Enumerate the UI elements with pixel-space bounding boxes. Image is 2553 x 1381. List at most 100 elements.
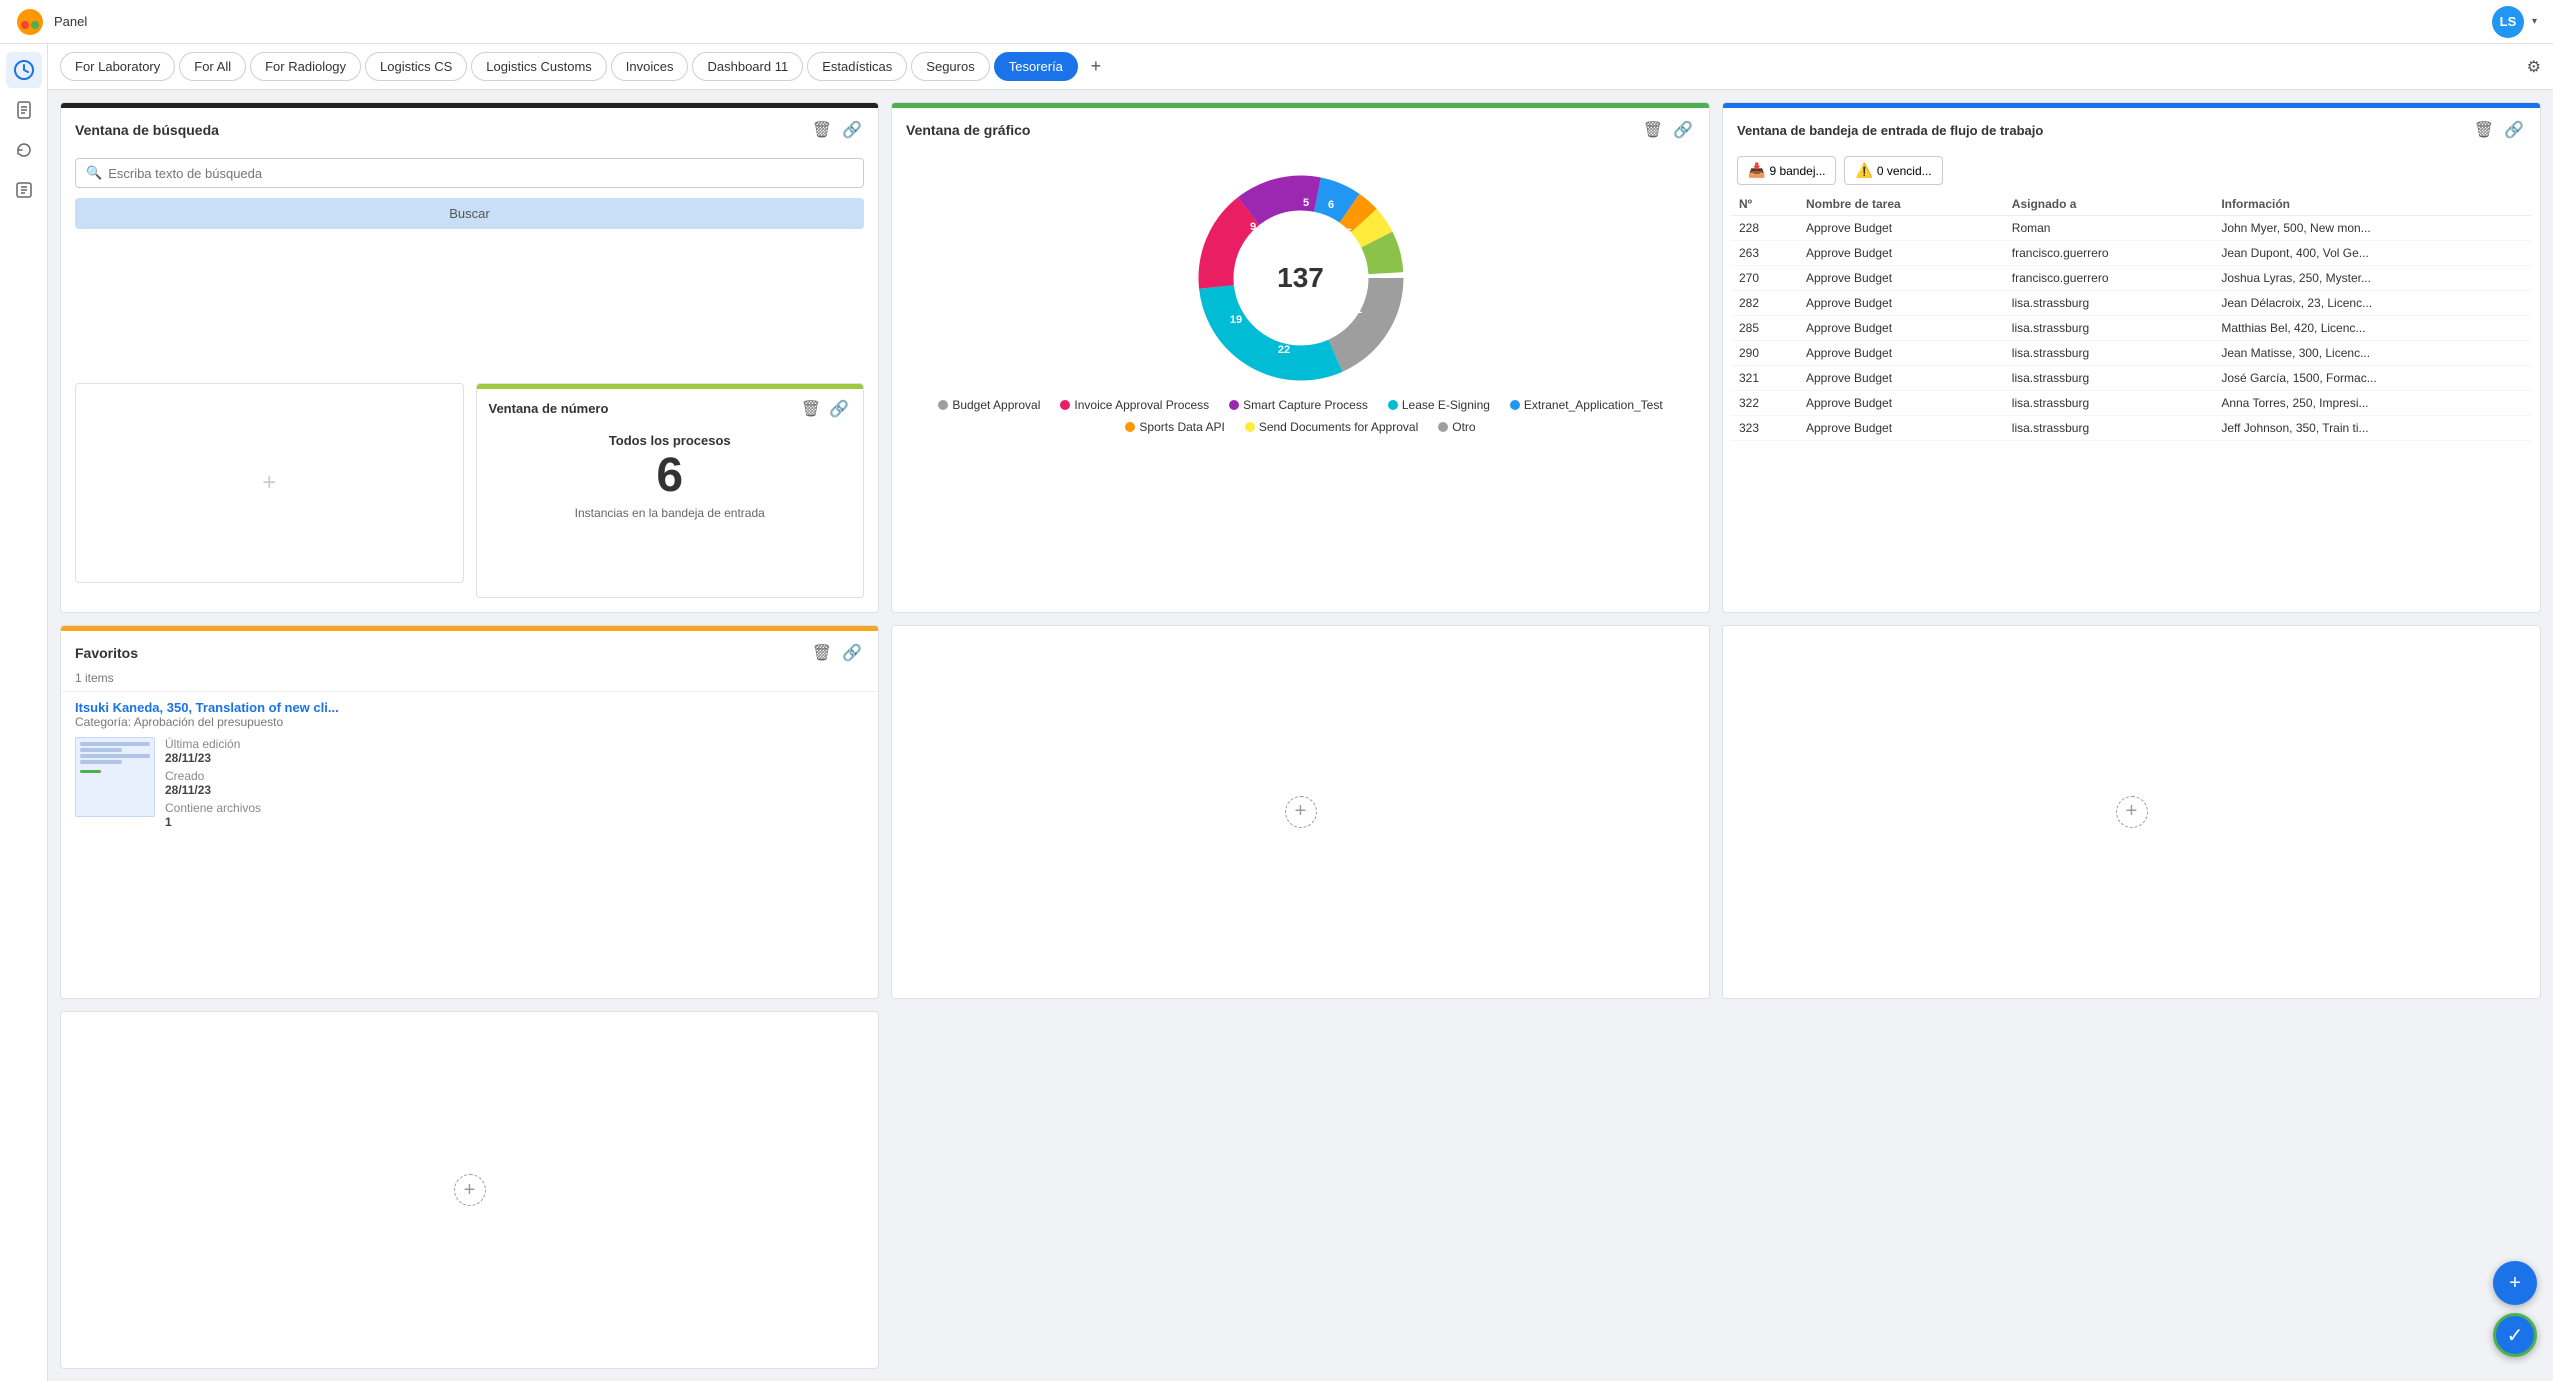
graph-widget: Ventana de gráfico 🗑 🔗 xyxy=(891,102,1710,613)
tasks-icon xyxy=(14,180,34,200)
inbox-filter-btns: 📥 9 bandej... ⚠️ 0 vencid... xyxy=(1723,148,2540,193)
svg-text:9: 9 xyxy=(1249,221,1255,233)
add-widget-4-button[interactable]: + xyxy=(454,1174,486,1206)
search-input[interactable] xyxy=(108,166,853,181)
graph-widget-actions: 🗑 🔗 xyxy=(1641,118,1695,142)
favorites-widget-link-button[interactable]: 🔗 xyxy=(840,641,864,665)
table-row[interactable]: 228 Approve Budget Roman John Myer, 500,… xyxy=(1731,216,2532,241)
cell-num: 321 xyxy=(1731,366,1798,391)
fab-check-button[interactable]: ✓ xyxy=(2493,1313,2537,1357)
search-widget-delete-button[interactable]: 🗑 xyxy=(810,118,834,142)
cell-assigned: lisa.strassburg xyxy=(2004,291,2214,316)
inbox-widget-delete-button[interactable]: 🗑 xyxy=(2472,118,2496,142)
fav-item-title[interactable]: Itsuki Kaneda, 350, Translation of new c… xyxy=(75,700,864,715)
add-widget-3-button[interactable]: + xyxy=(2116,796,2148,828)
favorites-widget-delete-button[interactable]: 🗑 xyxy=(810,641,834,665)
fav-created: Creado 28/11/23 xyxy=(165,769,261,797)
number-widget-value: 6 xyxy=(489,452,852,500)
table-row[interactable]: 282 Approve Budget lisa.strassburg Jean … xyxy=(1731,291,2532,316)
legend-label-smart: Smart Capture Process xyxy=(1243,398,1368,412)
tab-invoices[interactable]: Invoices xyxy=(611,52,689,81)
thumb-line-3 xyxy=(80,754,150,758)
cell-assigned: francisco.guerrero xyxy=(2004,266,2214,291)
tab-logistics-cs[interactable]: Logistics CS xyxy=(365,52,467,81)
tab-for-all[interactable]: For All xyxy=(179,52,246,81)
svg-text:26: 26 xyxy=(1339,227,1351,239)
inbox-widget: Ventana de bandeja de entrada de flujo d… xyxy=(1722,102,2541,613)
cell-task: Approve Budget xyxy=(1798,291,2004,316)
search-icon: 🔍 xyxy=(86,165,102,181)
user-avatar[interactable]: LS xyxy=(2492,6,2524,38)
inbox-filter-inbox-button[interactable]: 📥 9 bandej... xyxy=(1737,156,1836,185)
table-row[interactable]: 323 Approve Budget lisa.strassburg Jeff … xyxy=(1731,416,2532,441)
tab-for-radiology[interactable]: For Radiology xyxy=(250,52,361,81)
cell-info: Jean Délacroix, 23, Licenc... xyxy=(2213,291,2532,316)
favorites-widget: Favoritos 🗑 🔗 1 items Itsuki Kaneda, 350… xyxy=(60,625,879,1000)
fav-last-edit-label: Última edición xyxy=(165,737,240,751)
favorites-widget-title: Favoritos xyxy=(75,645,138,661)
table-row[interactable]: 290 Approve Budget lisa.strassburg Jean … xyxy=(1731,341,2532,366)
tab-dashboard-11[interactable]: Dashboard 11 xyxy=(692,52,803,81)
sidebar xyxy=(0,44,48,1381)
topbar-right: LS ▾ xyxy=(2492,6,2537,38)
inbox-widget-link-button[interactable]: 🔗 xyxy=(2502,118,2526,142)
fav-last-edit: Última edición 28/11/23 xyxy=(165,737,261,765)
table-row[interactable]: 322 Approve Budget lisa.strassburg Anna … xyxy=(1731,391,2532,416)
legend-label-invoice: Invoice Approval Process xyxy=(1074,398,1209,412)
inbox-filter-expired-label: 0 vencid... xyxy=(1877,164,1932,178)
inbox-widget-title: Ventana de bandeja de entrada de flujo d… xyxy=(1737,123,2043,138)
tabs-bar: For Laboratory For All For Radiology Log… xyxy=(48,44,2553,90)
search-widget-link-button[interactable]: 🔗 xyxy=(840,118,864,142)
app-logo-icon xyxy=(16,8,44,36)
cell-assigned: lisa.strassburg xyxy=(2004,341,2214,366)
fab-add-button[interactable]: + xyxy=(2493,1261,2537,1305)
fav-item-content: Última edición 28/11/23 Creado 28/11/23 … xyxy=(75,737,864,833)
inbox-filter-expired-button[interactable]: ⚠️ 0 vencid... xyxy=(1844,156,1942,185)
legend-label-sports: Sports Data API xyxy=(1139,420,1224,434)
legend-item-send-docs: Send Documents for Approval xyxy=(1245,420,1418,434)
graph-legend: Budget Approval Invoice Approval Process… xyxy=(906,398,1695,434)
refresh-icon xyxy=(14,140,34,160)
number-widget-link-button[interactable]: 🔗 xyxy=(827,397,851,421)
cell-task: Approve Budget xyxy=(1798,391,2004,416)
search-button[interactable]: Buscar xyxy=(75,198,864,229)
cell-info: Jean Matisse, 300, Licenc... xyxy=(2213,341,2532,366)
search-widget-body: 🔍 Buscar xyxy=(61,148,878,383)
cell-assigned: lisa.strassburg xyxy=(2004,316,2214,341)
add-placeholder-icon: + xyxy=(262,469,276,497)
chevron-down-icon[interactable]: ▾ xyxy=(2532,16,2537,27)
add-tab-button[interactable]: + xyxy=(1082,53,1110,81)
inbox-widget-actions: 🗑 🔗 xyxy=(2472,118,2526,142)
legend-label-lease: Lease E-Signing xyxy=(1402,398,1490,412)
fab-container: + ✓ xyxy=(2493,1261,2537,1357)
legend-label-extranet: Extranet_Application_Test xyxy=(1524,398,1663,412)
table-row[interactable]: 270 Approve Budget francisco.guerrero Jo… xyxy=(1731,266,2532,291)
sidebar-item-processes[interactable] xyxy=(6,132,42,168)
sidebar-item-recent[interactable] xyxy=(6,52,42,88)
tab-tesoreria[interactable]: Tesorería xyxy=(994,52,1078,81)
sidebar-item-tasks[interactable] xyxy=(6,172,42,208)
placeholder-box[interactable]: + xyxy=(75,383,464,583)
sidebar-item-documents[interactable] xyxy=(6,92,42,128)
thumb-line-1 xyxy=(80,742,150,746)
add-widget-2-button[interactable]: + xyxy=(1285,796,1317,828)
settings-icon[interactable]: ⚙ xyxy=(2527,57,2541,77)
topbar: Panel LS ▾ xyxy=(0,0,2553,44)
cell-num: 282 xyxy=(1731,291,1798,316)
cell-info: Jean Dupont, 400, Vol Ge... xyxy=(2213,241,2532,266)
graph-widget-delete-button[interactable]: 🗑 xyxy=(1641,118,1665,142)
graph-widget-link-button[interactable]: 🔗 xyxy=(1671,118,1695,142)
number-widget-delete-button[interactable]: 🗑 xyxy=(799,397,823,421)
tab-logistics-customs[interactable]: Logistics Customs xyxy=(471,52,606,81)
cell-assigned: Roman xyxy=(2004,216,2214,241)
table-row[interactable]: 263 Approve Budget francisco.guerrero Je… xyxy=(1731,241,2532,266)
table-row[interactable]: 285 Approve Budget lisa.strassburg Matth… xyxy=(1731,316,2532,341)
tab-seguros[interactable]: Seguros xyxy=(911,52,989,81)
legend-item-lease: Lease E-Signing xyxy=(1388,398,1490,412)
table-row[interactable]: 321 Approve Budget lisa.strassburg José … xyxy=(1731,366,2532,391)
tab-estadisticas[interactable]: Estadísticas xyxy=(807,52,907,81)
cell-info: Jeff Johnson, 350, Train ti... xyxy=(2213,416,2532,441)
cell-info: Matthias Bel, 420, Licenc... xyxy=(2213,316,2532,341)
fav-files-label: Contiene archivos xyxy=(165,801,261,815)
tab-for-laboratory[interactable]: For Laboratory xyxy=(60,52,175,81)
